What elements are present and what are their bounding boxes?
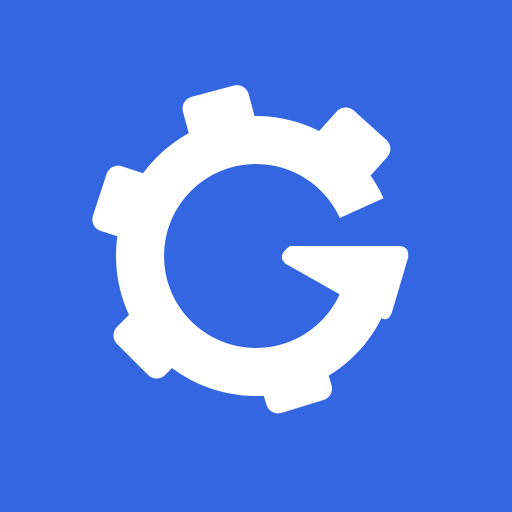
gear-refresh-icon <box>92 85 409 414</box>
app-icon-tile <box>0 0 512 512</box>
